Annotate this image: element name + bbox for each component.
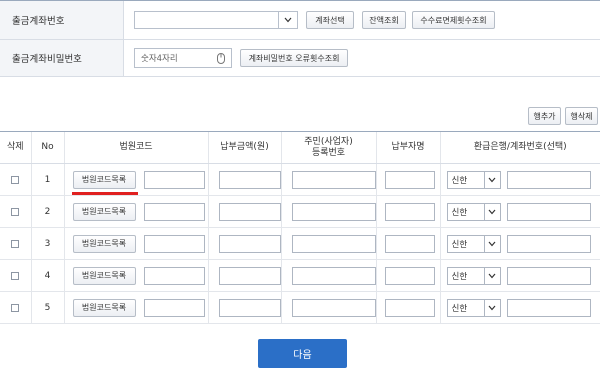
header-payer: 납부자명: [375, 131, 440, 164]
amount-input[interactable]: [218, 170, 281, 189]
payer-name-input[interactable]: [384, 234, 435, 253]
court-code-list-button[interactable]: 법원코드목록: [72, 202, 136, 221]
court-code-input[interactable]: [143, 298, 205, 317]
refund-account-input[interactable]: [506, 234, 591, 253]
refund-bank-select[interactable]: 신한: [446, 170, 501, 189]
chevron-down-icon: [278, 12, 297, 28]
amount-input[interactable]: [218, 266, 281, 285]
header-no: No: [30, 131, 64, 164]
table-row: 5 법원코드목록 신한: [0, 291, 600, 324]
account-select-button[interactable]: 계좌선택: [306, 11, 354, 29]
row-number: 4: [30, 259, 64, 292]
account-row: 출금계좌번호 계좌선택 잔액조회 수수료면제횟수조회: [0, 1, 600, 40]
table-row: 4 법원코드목록 신한: [0, 259, 600, 292]
row-delete-checkbox[interactable]: [11, 239, 20, 248]
row-number: 1: [30, 163, 64, 196]
payer-name-input[interactable]: [384, 298, 435, 317]
amount-input[interactable]: [218, 202, 281, 221]
court-code-input[interactable]: [143, 202, 205, 221]
refund-bank-value: 신한: [451, 175, 468, 186]
payer-name-input[interactable]: [384, 266, 435, 285]
password-input[interactable]: 숫자4자리: [134, 48, 232, 68]
password-row: 출금계좌비밀번호 숫자4자리 계좌비밀번호 오류횟수조회: [0, 40, 600, 77]
table-row: 3 법원코드목록 신한: [0, 227, 600, 260]
account-field: 계좌선택 잔액조회 수수료면제횟수조회: [124, 1, 600, 39]
refund-bank-value: 신한: [451, 303, 468, 314]
court-code-list-button[interactable]: 법원코드목록: [72, 266, 136, 285]
refund-bank-value: 신한: [451, 239, 468, 250]
header-court-code: 법원코드: [63, 131, 208, 164]
account-label: 출금계좌번호: [0, 1, 124, 39]
password-error-count-button[interactable]: 계좌비밀번호 오류횟수조회: [240, 49, 348, 67]
account-form: 출금계좌번호 계좌선택 잔액조회 수수료면제횟수조회 출금계좌비밀번호 숫자4자…: [0, 0, 600, 77]
resident-id-input[interactable]: [291, 298, 376, 317]
table-header: 삭제 No 법원코드 납부금액(원) 주민(사업자) 등록번호 납부자명 환급은…: [0, 131, 600, 164]
refund-bank-select[interactable]: 신한: [446, 298, 501, 317]
refund-bank-select[interactable]: 신한: [446, 234, 501, 253]
court-code-input[interactable]: [143, 170, 205, 189]
resident-id-input[interactable]: [291, 202, 376, 221]
court-code-input[interactable]: [143, 266, 205, 285]
amount-input[interactable]: [218, 298, 281, 317]
add-row-button[interactable]: 행추가: [528, 107, 561, 125]
refund-account-input[interactable]: [506, 170, 591, 189]
header-resident-id-line2: 등록번호: [311, 147, 346, 158]
amount-input[interactable]: [218, 234, 281, 253]
row-number: 2: [30, 195, 64, 228]
header-refund: 환급은행/계좌번호(선택): [439, 131, 600, 164]
header-amount: 납부금액(원): [207, 131, 281, 164]
row-delete-checkbox[interactable]: [11, 175, 20, 184]
chevron-down-icon: [483, 171, 500, 188]
row-delete-checkbox[interactable]: [11, 207, 20, 216]
mouse-keypad-icon[interactable]: [217, 53, 225, 67]
balance-inquiry-button[interactable]: 잔액조회: [362, 11, 406, 29]
court-code-list-button[interactable]: 법원코드목록: [72, 234, 136, 253]
resident-id-input[interactable]: [291, 234, 376, 253]
refund-account-input[interactable]: [506, 202, 591, 221]
row-number: 5: [30, 291, 64, 324]
refund-bank-value: 신한: [451, 207, 468, 218]
account-select[interactable]: [134, 11, 298, 29]
fee-exemption-inquiry-button[interactable]: 수수료면제횟수조회: [412, 11, 495, 29]
row-action-buttons: 행추가 행삭제: [528, 107, 598, 125]
table-row: 2 법원코드목록 신한: [0, 195, 600, 228]
table-row: 1 법원코드목록 신한: [0, 163, 600, 196]
header-delete: 삭제: [0, 131, 31, 164]
court-code-list-button[interactable]: 법원코드목록: [72, 298, 136, 317]
table-body: 1 법원코드목록 신한 2 법원코드목록 신한 3 법원코드목록 신한 4 법원…: [0, 163, 600, 324]
header-resident-id-line1: 주민(사업자): [304, 136, 353, 147]
chevron-down-icon: [483, 235, 500, 252]
row-delete-checkbox[interactable]: [11, 271, 20, 280]
payment-table: 삭제 No 법원코드 납부금액(원) 주민(사업자) 등록번호 납부자명 환급은…: [0, 131, 600, 324]
password-field: 숫자4자리 계좌비밀번호 오류횟수조회: [124, 40, 600, 76]
refund-bank-select[interactable]: 신한: [446, 202, 501, 221]
chevron-down-icon: [483, 299, 500, 316]
row-number: 3: [30, 227, 64, 260]
payer-name-input[interactable]: [384, 170, 435, 189]
password-label: 출금계좌비밀번호: [0, 40, 124, 76]
header-resident-id: 주민(사업자) 등록번호: [280, 131, 376, 164]
chevron-down-icon: [483, 267, 500, 284]
payer-name-input[interactable]: [384, 202, 435, 221]
next-button[interactable]: 다음: [258, 339, 347, 368]
refund-bank-select[interactable]: 신한: [446, 266, 501, 285]
highlight-underline: [72, 192, 138, 195]
password-placeholder: 숫자4자리: [141, 54, 178, 64]
resident-id-input[interactable]: [291, 266, 376, 285]
refund-bank-value: 신한: [451, 271, 468, 282]
delete-row-button[interactable]: 행삭제: [565, 107, 598, 125]
refund-account-input[interactable]: [506, 298, 591, 317]
resident-id-input[interactable]: [291, 170, 376, 189]
court-code-list-button[interactable]: 법원코드목록: [72, 170, 136, 189]
refund-account-input[interactable]: [506, 266, 591, 285]
row-delete-checkbox[interactable]: [11, 303, 20, 312]
court-code-input[interactable]: [143, 234, 205, 253]
chevron-down-icon: [483, 203, 500, 220]
